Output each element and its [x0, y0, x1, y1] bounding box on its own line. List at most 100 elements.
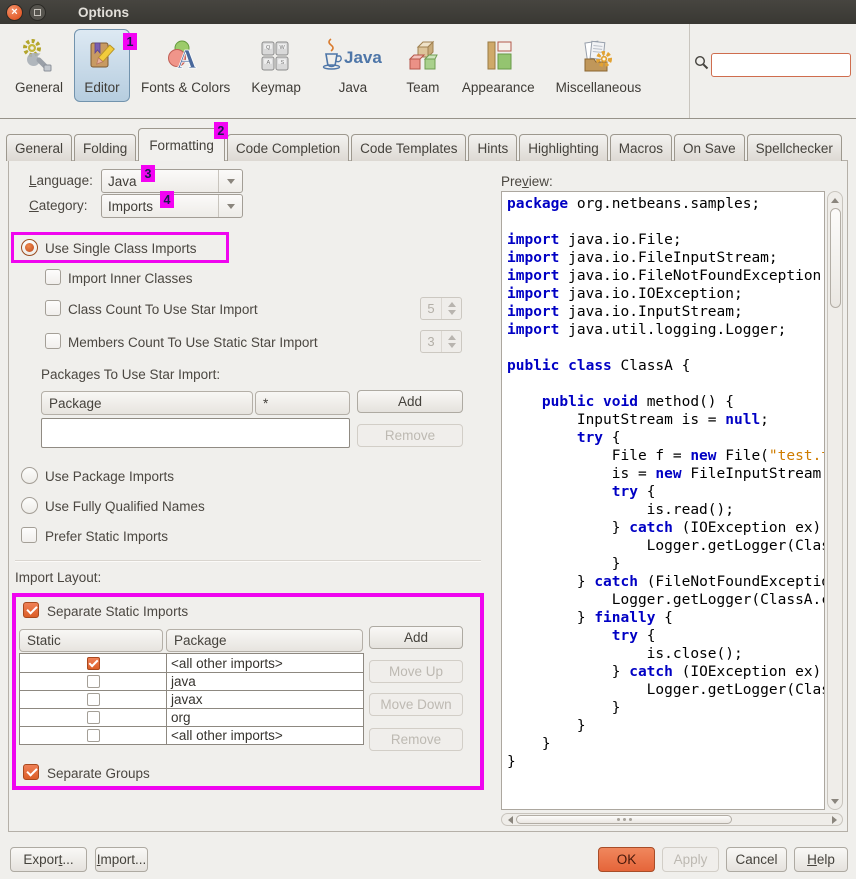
packages-star-import-label: Packages To Use Star Import: — [41, 367, 220, 382]
use-package-imports-radio[interactable] — [21, 467, 38, 484]
search-icon — [694, 55, 709, 73]
separate-static-imports-checkbox[interactable] — [23, 602, 39, 618]
toolbar-item-editor[interactable]: Editor1 — [74, 29, 130, 102]
toolbar-items: GeneralEditor1AFonts & ColorsQWASKeymapJ… — [5, 29, 652, 102]
class-count-checkbox[interactable] — [45, 300, 61, 316]
spinner-arrows-icon[interactable] — [442, 298, 461, 319]
tab-label: Folding — [83, 141, 127, 156]
svg-text:Q: Q — [266, 45, 271, 51]
use-fully-qualified-names-radio[interactable] — [21, 497, 38, 514]
prefer-static-imports-checkbox[interactable] — [21, 527, 37, 543]
members-count-label: Members Count To Use Static Star Import — [68, 335, 318, 350]
star-table-header-package[interactable]: Package — [41, 391, 253, 415]
toolbar-item-keymap[interactable]: QWASKeymap — [241, 29, 311, 102]
star-remove-button[interactable]: Remove — [357, 424, 463, 447]
tab-label: General — [15, 141, 63, 156]
tab-spellchecker[interactable]: Spellchecker — [747, 134, 842, 161]
tab-code-completion[interactable]: Code Completion — [227, 134, 349, 161]
static-cell — [20, 691, 167, 708]
code-line: InputStream is = null; — [507, 411, 824, 429]
members-count-value: 3 — [421, 331, 442, 352]
members-count-checkbox[interactable] — [45, 333, 61, 349]
scroll-right-button[interactable] — [828, 815, 840, 825]
export-button[interactable]: Export... — [10, 847, 87, 872]
star-table-empty-area[interactable] — [41, 418, 350, 448]
unchecked-checkbox[interactable] — [87, 675, 100, 688]
layout-table-header-package[interactable]: Package — [166, 629, 363, 652]
code-line: import java.io.FileInputStream; — [507, 249, 824, 267]
package-cell: <all other imports> — [167, 656, 363, 671]
code-line: import java.io.InputStream; — [507, 303, 824, 321]
layout-table-header-static[interactable]: Static — [19, 629, 163, 652]
import-inner-classes-checkbox[interactable] — [45, 269, 61, 285]
apply-button[interactable]: Apply — [662, 847, 719, 872]
layout-add-button[interactable]: Add — [369, 626, 463, 649]
ok-button[interactable]: OK — [598, 847, 655, 872]
use-single-class-imports-radio[interactable] — [21, 239, 38, 256]
code-line: } — [507, 555, 824, 573]
code-line: } — [507, 699, 824, 717]
use-fully-qualified-names-label: Use Fully Qualified Names — [45, 499, 205, 514]
preview-code-area[interactable]: package org.netbeans.samples; import jav… — [501, 191, 825, 810]
layout-remove-button[interactable]: Remove — [369, 728, 463, 751]
tab-label: Code Completion — [236, 141, 340, 156]
toolbar-item-team[interactable]: Team — [395, 29, 451, 102]
tab-highlighting[interactable]: Highlighting — [519, 134, 608, 161]
annotation-badge-3: 3 — [141, 165, 155, 182]
tab-on-save[interactable]: On Save — [674, 134, 745, 161]
maximize-button[interactable] — [29, 4, 46, 21]
language-value: Java — [102, 174, 218, 189]
unchecked-checkbox[interactable] — [87, 729, 100, 742]
close-button[interactable]: × — [6, 4, 23, 21]
toolbar-separator — [689, 24, 690, 118]
import-button[interactable]: Import... — [95, 847, 148, 872]
toolbar-item-miscellaneous[interactable]: Miscellaneous — [546, 29, 652, 102]
help-button[interactable]: Help — [794, 847, 848, 872]
table-row[interactable]: org — [20, 708, 363, 726]
vertical-scrollbar-thumb[interactable] — [830, 208, 841, 308]
code-line: } — [507, 717, 824, 735]
table-row[interactable]: javax — [20, 690, 363, 708]
tab-hints[interactable]: Hints — [468, 134, 517, 161]
tab-general[interactable]: General — [6, 134, 72, 161]
class-count-spinner[interactable]: 5 — [420, 297, 462, 320]
table-row[interactable]: <all other imports> — [20, 654, 363, 672]
layout-move-up-button[interactable]: Move Up — [369, 660, 463, 683]
tab-label: Macros — [619, 141, 663, 156]
toolbar-item-java[interactable]: JavaJava — [312, 29, 394, 102]
star-add-button[interactable]: Add — [357, 390, 463, 413]
tab-formatting[interactable]: Formatting2 — [138, 128, 225, 161]
toolbar-item-fonts-colors[interactable]: AFonts & Colors — [131, 29, 240, 102]
preview-horizontal-scrollbar[interactable] — [501, 813, 843, 826]
class-count-label: Class Count To Use Star Import — [68, 302, 258, 317]
horizontal-scrollbar-thumb[interactable] — [516, 815, 732, 824]
cancel-button[interactable]: Cancel — [726, 847, 787, 872]
import-layout-table: <all other imports>javajavaxorg<all othe… — [19, 653, 364, 745]
preview-vertical-scrollbar[interactable] — [827, 191, 843, 810]
tab-label: On Save — [683, 141, 736, 156]
code-line: } — [507, 753, 824, 771]
star-table-header-asterisk[interactable]: * — [255, 391, 350, 415]
members-count-spinner[interactable]: 3 — [420, 330, 462, 353]
table-row[interactable]: <all other imports> — [20, 726, 363, 744]
search-input[interactable] — [711, 53, 851, 77]
language-combobox[interactable]: Java — [101, 169, 243, 193]
scroll-left-button[interactable] — [504, 815, 516, 825]
checked-checkbox[interactable] — [87, 657, 100, 670]
scroll-up-button[interactable] — [829, 194, 841, 206]
table-row[interactable]: java — [20, 672, 363, 690]
spinner-arrows-icon[interactable] — [442, 331, 461, 352]
layout-move-down-button[interactable]: Move Down — [369, 693, 463, 716]
separate-groups-label: Separate Groups — [47, 766, 150, 781]
tab-macros[interactable]: Macros — [610, 134, 672, 161]
tab-folding[interactable]: Folding — [74, 134, 136, 161]
unchecked-checkbox[interactable] — [87, 693, 100, 706]
tab-code-templates[interactable]: Code Templates — [351, 134, 466, 161]
keymap-keyboard-icon: QWAS — [258, 35, 294, 77]
toolbar-item-appearance[interactable]: Appearance — [452, 29, 545, 102]
unchecked-checkbox[interactable] — [87, 711, 100, 724]
scroll-down-button[interactable] — [829, 795, 841, 807]
separate-groups-checkbox[interactable] — [23, 764, 39, 780]
annotation-badge-4: 4 — [160, 191, 174, 208]
toolbar-item-general[interactable]: General — [5, 29, 73, 102]
